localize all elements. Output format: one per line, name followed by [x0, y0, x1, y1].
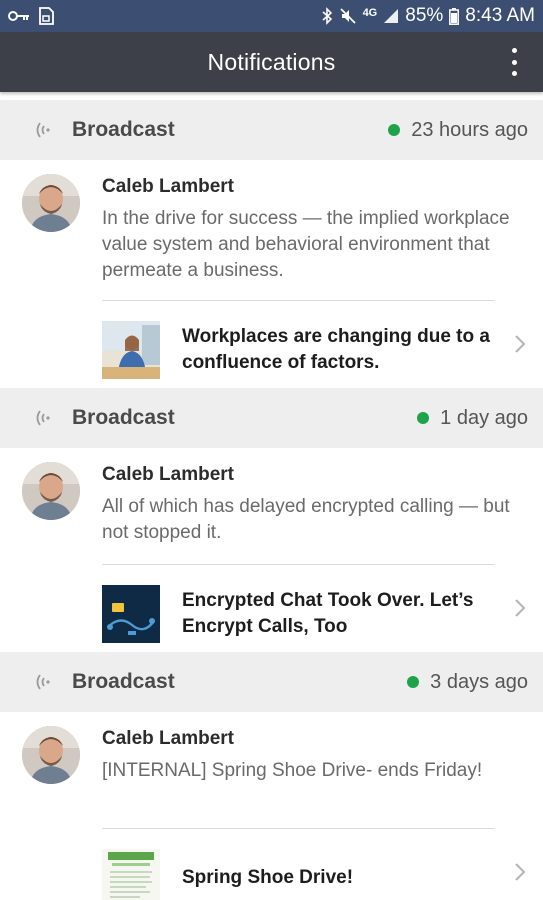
link-title: Encrypted Chat Took Over. Let’s Encrypt …: [182, 589, 474, 637]
section-title: Broadcast: [72, 118, 175, 141]
broadcast-header: Broadcast 3 days ago: [0, 652, 543, 712]
notification-post[interactable]: Caleb Lambert In the drive for success —…: [0, 160, 543, 388]
link-title: Workplaces are changing due to a conflue…: [182, 325, 490, 373]
online-indicator: [388, 124, 401, 136]
avatar[interactable]: [22, 462, 80, 520]
broadcast-header: Broadcast 23 hours ago: [0, 100, 543, 160]
avatar-image: [22, 462, 80, 520]
signal-icon: [384, 9, 399, 23]
broadcast-icon: [36, 410, 50, 426]
notification-post[interactable]: Caleb Lambert [INTERNAL] Spring Shoe Dri…: [0, 712, 543, 900]
battery-percent: 85%: [405, 5, 444, 26]
chevron-right-icon: [515, 334, 526, 353]
notification-post[interactable]: Caleb Lambert All of which has delayed e…: [0, 448, 543, 652]
key-icon: [8, 11, 29, 21]
section-title: Broadcast: [72, 406, 175, 429]
battery-icon: [449, 7, 460, 25]
time-text: 1 day ago: [440, 406, 528, 429]
online-indicator: [417, 412, 430, 424]
mute-icon: [339, 8, 356, 24]
link-card[interactable]: Workplaces are changing due to a conflue…: [102, 300, 526, 386]
broadcast-header: Broadcast 1 day ago: [0, 388, 543, 448]
time-text: 3 days ago: [430, 670, 528, 693]
broadcast-icon: [36, 122, 50, 138]
author-name: Caleb Lambert: [102, 176, 234, 197]
avatar[interactable]: [22, 726, 80, 784]
section-title: Broadcast: [72, 670, 175, 693]
page-title: Notifications: [207, 48, 336, 75]
link-thumbnail: [102, 320, 160, 379]
time-text: 23 hours ago: [411, 118, 528, 141]
status-bar: 4G 85% 8:43 AM: [0, 0, 543, 32]
message-text: All of which has delayed encrypted calli…: [102, 496, 510, 543]
link-card[interactable]: Spring Shoe Drive!: [102, 828, 526, 900]
clock: 8:43 AM: [465, 5, 535, 26]
post-body: Caleb Lambert [INTERNAL] Spring Shoe Dri…: [102, 712, 543, 784]
bluetooth-icon: [322, 7, 332, 25]
message-text: [INTERNAL] Spring Shoe Drive- ends Frida…: [102, 760, 483, 781]
sim-icon: [39, 7, 54, 25]
timestamp: 3 days ago: [407, 671, 528, 694]
online-indicator: [407, 676, 420, 688]
chevron-right-icon: [515, 862, 526, 881]
timestamp: 23 hours ago: [388, 119, 528, 142]
timestamp: 1 day ago: [417, 407, 528, 430]
post-body: Caleb Lambert In the drive for success —…: [102, 160, 543, 284]
avatar-image: [22, 174, 80, 232]
link-card[interactable]: Encrypted Chat Took Over. Let’s Encrypt …: [102, 564, 526, 650]
message-text: In the drive for success — the implied w…: [102, 208, 510, 281]
network-type: 4G: [362, 7, 378, 19]
author-name: Caleb Lambert: [102, 464, 234, 485]
menu-dot: [511, 59, 517, 65]
menu-dot: [511, 48, 517, 53]
link-title: Spring Shoe Drive!: [182, 866, 354, 888]
avatar[interactable]: [22, 174, 80, 232]
author-name: Caleb Lambert: [102, 728, 234, 749]
avatar-image: [22, 726, 80, 784]
status-left: [8, 7, 54, 25]
app-bar: Notifications: [0, 32, 543, 92]
broadcast-icon: [36, 674, 50, 690]
overflow-menu-icon[interactable]: [507, 46, 521, 78]
menu-dot: [511, 71, 517, 76]
notification-feed[interactable]: Broadcast 23 hours ago Caleb Lambert In …: [0, 100, 543, 900]
link-thumbnail: [102, 584, 160, 643]
link-thumbnail: [102, 848, 160, 900]
chevron-right-icon: [515, 598, 526, 617]
post-body: Caleb Lambert All of which has delayed e…: [102, 448, 543, 546]
status-right: 4G 85% 8:43 AM: [321, 5, 535, 27]
